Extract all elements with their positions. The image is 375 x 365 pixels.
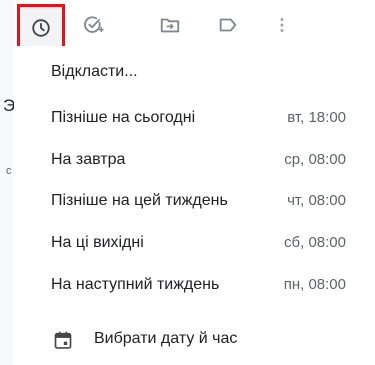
- menu-divider: [14, 306, 375, 307]
- snooze-option-label: Пізніше на цей тиждень: [51, 192, 228, 209]
- snooze-option-later-this-week[interactable]: Пізніше на цей тиждень чт, 08:00: [14, 181, 375, 221]
- snooze-option-label: Пізніше на сьогодні: [51, 109, 196, 126]
- snooze-option-time: чт, 08:00: [287, 192, 346, 209]
- pick-date-time-button[interactable]: Вибрати дату й час: [14, 318, 375, 362]
- more-options-button[interactable]: [267, 10, 297, 40]
- snooze-option-time: вт, 18:00: [287, 109, 346, 126]
- snooze-option-next-week[interactable]: На наступний тиждень пн, 08:00: [14, 265, 375, 305]
- background-page-strip: Э c: [0, 0, 15, 365]
- snooze-menu-title: Відкласти...: [51, 63, 138, 80]
- snooze-option-label: На наступний тиждень: [51, 276, 220, 293]
- background-text-fragment-small: c: [6, 165, 12, 177]
- pick-date-time-label: Вибрати дату й час: [94, 330, 238, 347]
- snooze-option-tomorrow[interactable]: На завтра ср, 08:00: [14, 140, 375, 180]
- add-to-tasks-button[interactable]: [78, 10, 108, 40]
- snooze-option-label: На завтра: [51, 151, 126, 168]
- label-icon: [217, 14, 239, 36]
- move-to-folder-icon: [159, 14, 181, 36]
- more-vertical-icon: [276, 14, 288, 36]
- snooze-option-time: ср, 08:00: [284, 151, 346, 168]
- snooze-option-label: На ці вихідні: [51, 234, 144, 251]
- clock-icon: [30, 17, 52, 39]
- snooze-option-time: сб, 08:00: [284, 234, 346, 251]
- snooze-button[interactable]: [17, 4, 65, 52]
- snooze-option-time: пн, 08:00: [283, 276, 346, 293]
- snooze-option-this-weekend[interactable]: На ці вихідні сб, 08:00: [14, 223, 375, 263]
- calendar-icon: [53, 330, 73, 355]
- snooze-menu: Відкласти... Пізніше на сьогодні вт, 18:…: [14, 46, 375, 365]
- labels-button[interactable]: [213, 10, 243, 40]
- snooze-option-later-today[interactable]: Пізніше на сьогодні вт, 18:00: [14, 98, 375, 138]
- add-task-icon: [82, 14, 104, 36]
- message-toolbar: [14, 0, 375, 52]
- move-to-button[interactable]: [155, 10, 185, 40]
- snooze-popup-screen: Э c Відкласти... Пізніше на сьогодні вт,…: [0, 0, 375, 365]
